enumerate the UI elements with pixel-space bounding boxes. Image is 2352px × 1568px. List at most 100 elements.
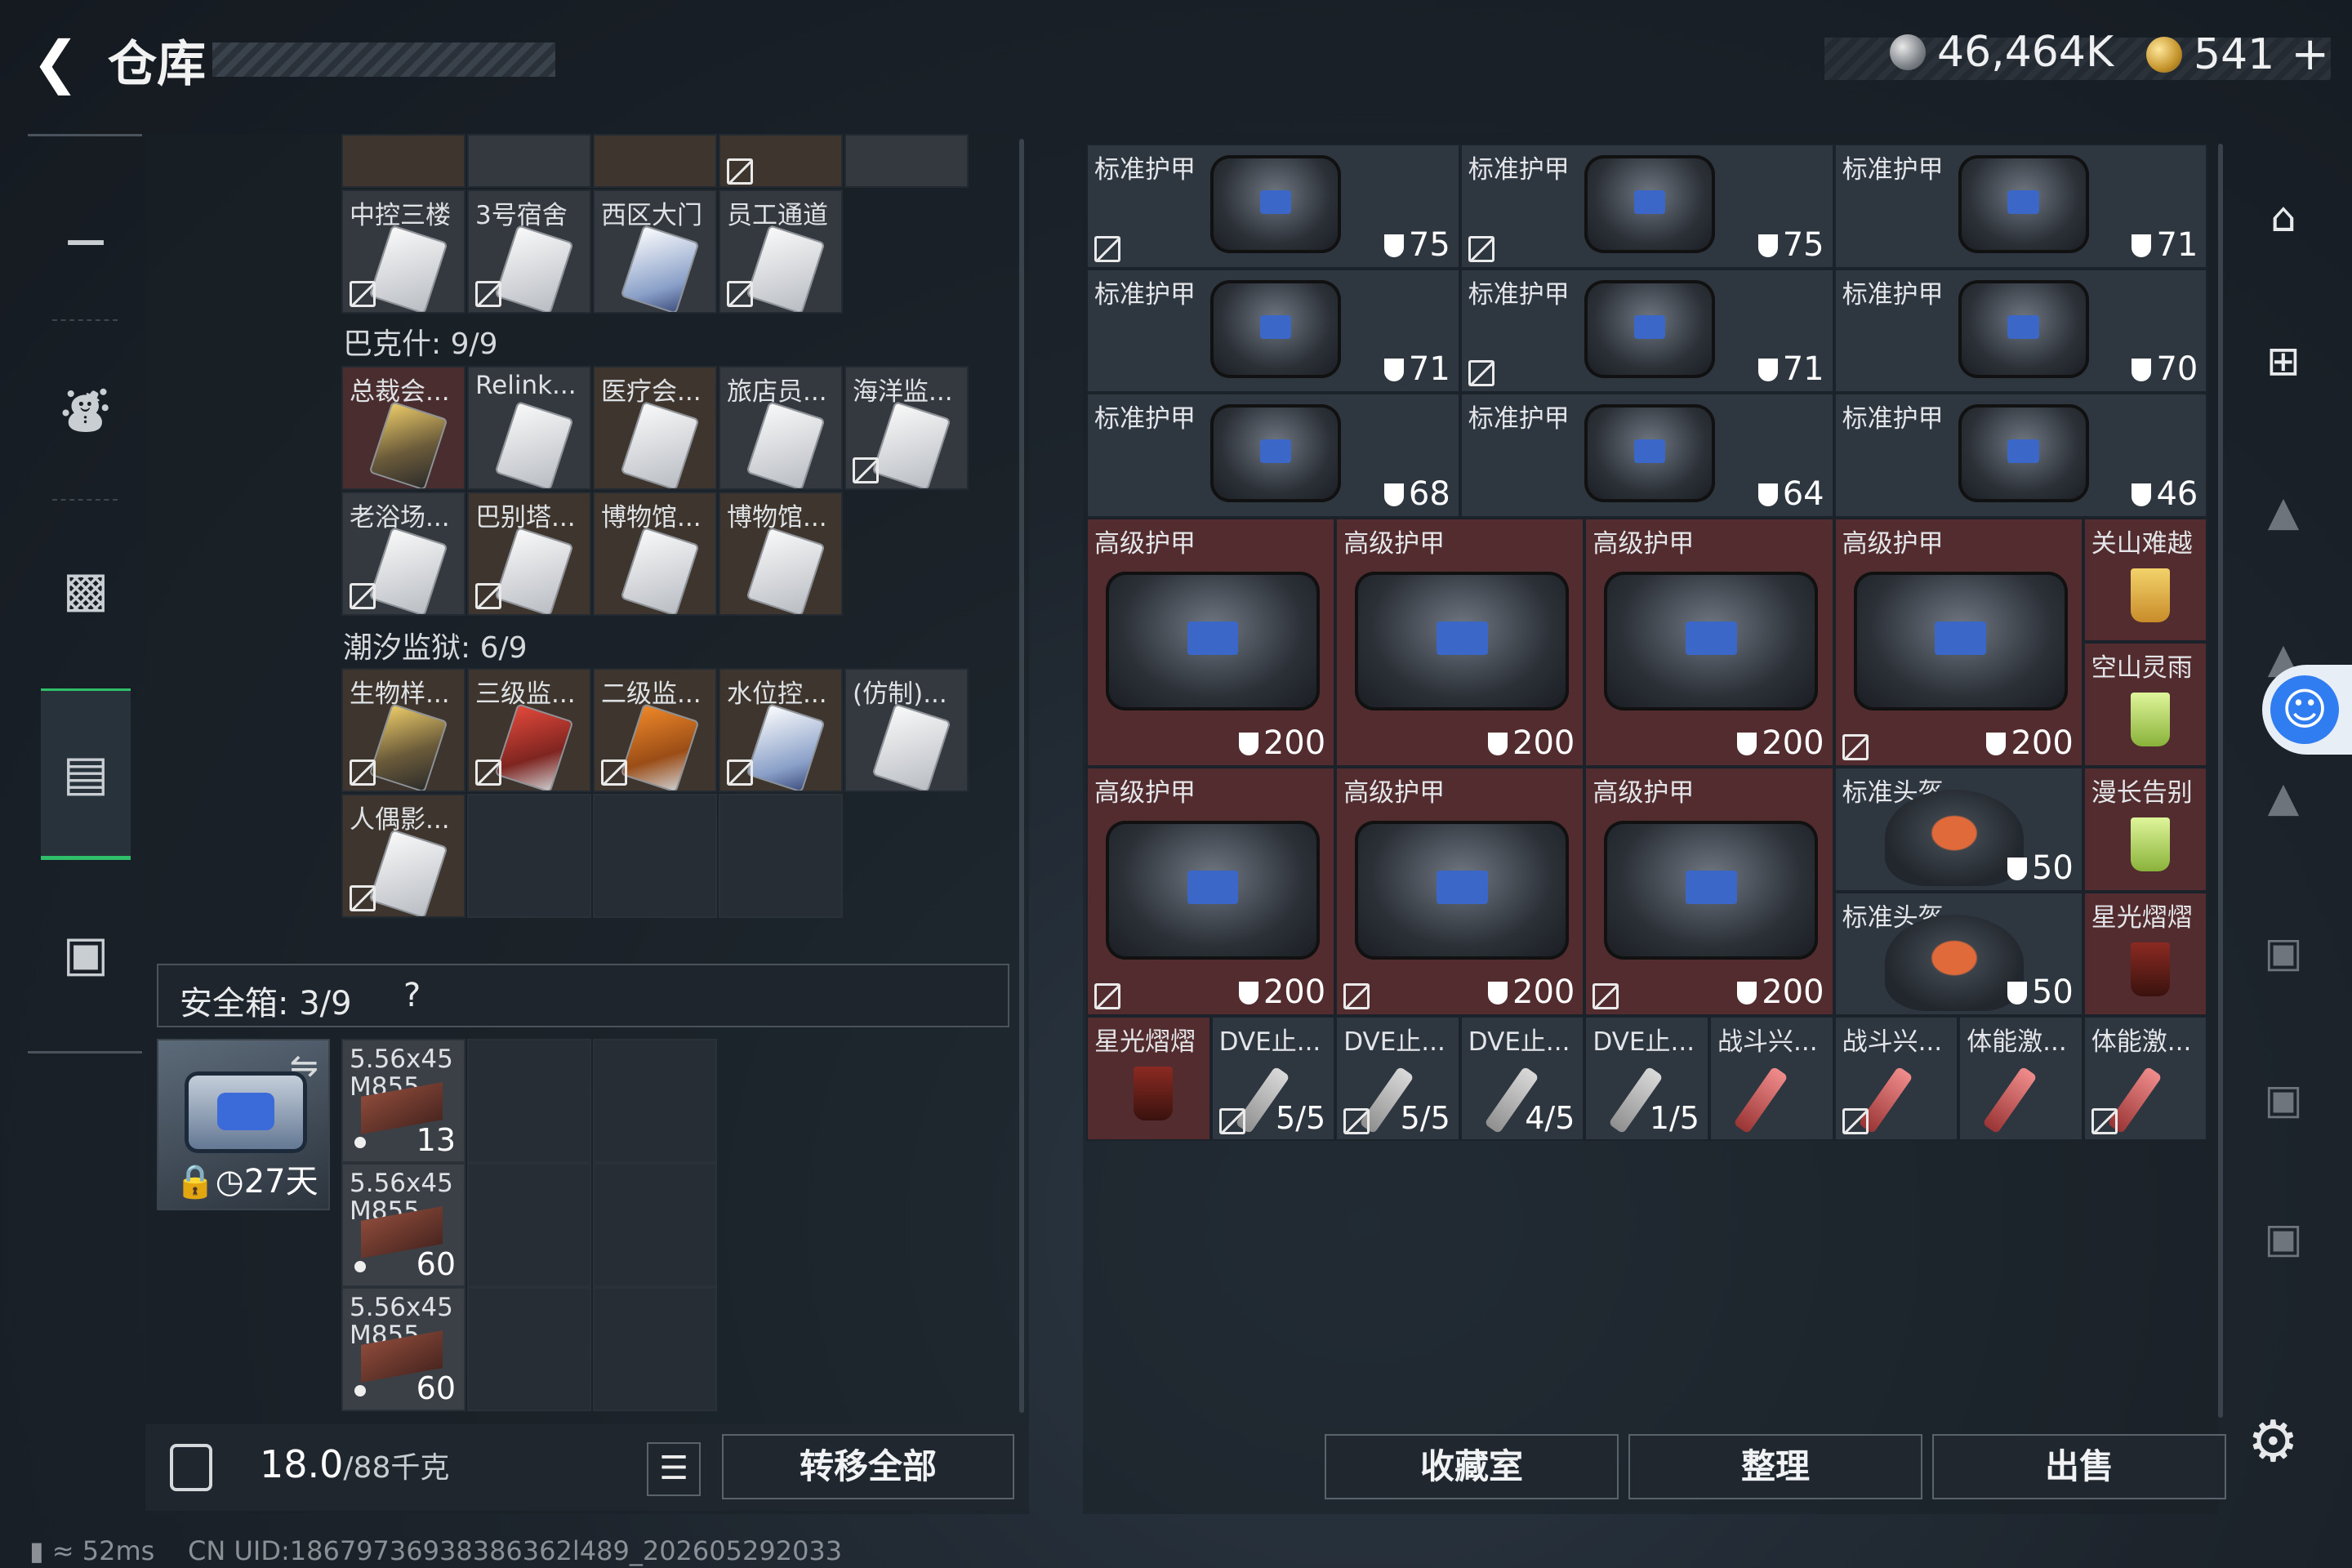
- consumable-item[interactable]: 星光熠熠: [1086, 1016, 1211, 1141]
- transfer-all-button[interactable]: 转移全部: [722, 1434, 1014, 1499]
- warehouse-tab-icon[interactable]: ▣: [2246, 1062, 2321, 1137]
- keycard-item[interactable]: 二级监...: [593, 668, 717, 792]
- backpack-tab-icon[interactable]: ▩: [41, 545, 131, 635]
- list-view-icon[interactable]: ☰: [647, 1442, 701, 1496]
- keycard-partial[interactable]: [593, 134, 717, 188]
- durability-value: 200: [1986, 724, 2074, 762]
- sort-button[interactable]: 整理: [1628, 1434, 1922, 1499]
- keycard-item[interactable]: 博物馆...: [593, 492, 717, 616]
- ammo-item[interactable]: 5.56x45 M855 60: [341, 1163, 466, 1287]
- add-warehouse-icon[interactable]: ⊞: [2246, 323, 2321, 399]
- keycard-partial[interactable]: [341, 134, 466, 188]
- lock-icon: [350, 583, 376, 609]
- container-tab-icon[interactable]: ▤: [41, 688, 131, 860]
- keycard-item[interactable]: 总裁会...: [341, 366, 466, 490]
- keycard-item[interactable]: (仿制)...: [844, 668, 969, 792]
- consumable-item[interactable]: 战斗兴...: [1833, 1016, 1959, 1141]
- standard-armor-item[interactable]: 标准护甲 75: [1086, 144, 1460, 269]
- keycard-item[interactable]: 三级监...: [467, 668, 591, 792]
- keycard-item[interactable]: 员工通道: [719, 189, 843, 314]
- left-scrollbar[interactable]: [1019, 139, 1024, 1413]
- keycard-item[interactable]: 老浴场...: [341, 492, 466, 616]
- helmet-item[interactable]: 标准头盔 50: [1833, 891, 2083, 1017]
- drink-item[interactable]: 空山灵雨: [2082, 642, 2208, 767]
- warehouse-home-icon[interactable]: ⌂: [2246, 180, 2321, 255]
- add-currency-button[interactable]: +: [2291, 28, 2329, 81]
- standard-armor-item[interactable]: 标准护甲 64: [1459, 393, 1834, 518]
- keycard-item[interactable]: 海洋监...: [844, 366, 969, 490]
- consumable-item[interactable]: DVE止... 5/5: [1335, 1016, 1460, 1141]
- standard-armor-item[interactable]: 标准护甲 68: [1086, 393, 1460, 518]
- advanced-armor-item[interactable]: 高级护甲 200: [1584, 767, 1834, 1017]
- gold-currency[interactable]: 541 +: [2146, 28, 2329, 81]
- standard-armor-item[interactable]: 标准护甲 71: [1459, 268, 1834, 394]
- empty-slot[interactable]: [593, 794, 717, 918]
- keycard-item[interactable]: 巴别塔...: [467, 492, 591, 616]
- ammo-item[interactable]: 5.56x45 M855 13: [341, 1039, 466, 1163]
- consumable-item[interactable]: 战斗兴...: [1709, 1016, 1834, 1141]
- empty-slot[interactable]: [467, 1039, 591, 1163]
- settings-gear-icon[interactable]: ⚙: [2247, 1408, 2299, 1475]
- keycard-item[interactable]: 中控三楼: [341, 189, 466, 314]
- standard-armor-item[interactable]: 标准护甲 75: [1459, 144, 1834, 269]
- warehouse-tab-icon[interactable]: ▲: [2246, 474, 2321, 549]
- keycard-item[interactable]: 生物样...: [341, 668, 466, 792]
- collection-room-button[interactable]: 收藏室: [1325, 1434, 1619, 1499]
- swap-icon[interactable]: ⇋: [290, 1045, 318, 1085]
- warehouse-tab-icon[interactable]: ▣: [2246, 1200, 2321, 1276]
- consumable-item[interactable]: DVE止... 4/5: [1459, 1016, 1585, 1141]
- help-icon[interactable]: ?: [403, 977, 421, 1014]
- consumable-item[interactable]: 体能激...: [2082, 1016, 2208, 1141]
- empty-slot[interactable]: [719, 794, 843, 918]
- advanced-armor-item[interactable]: 高级护甲 200: [1833, 517, 2083, 767]
- keycard-partial[interactable]: [719, 134, 843, 188]
- warehouse-tab-icon[interactable]: ▲: [2246, 760, 2321, 835]
- empty-slot[interactable]: [593, 1039, 717, 1163]
- keycard-item[interactable]: 人偶影...: [341, 794, 466, 918]
- standard-armor-item[interactable]: 标准护甲 71: [1833, 144, 2208, 269]
- keycard-item[interactable]: 博物馆...: [719, 492, 843, 616]
- durability-text: 68: [1408, 474, 1450, 513]
- drink-item[interactable]: 星光熠熠: [2082, 891, 2208, 1017]
- helmet-item[interactable]: 标准头盔 50: [1833, 767, 2083, 892]
- shield-icon: [1737, 732, 1757, 755]
- accessibility-button[interactable]: ☺: [2262, 665, 2352, 755]
- standard-armor-item[interactable]: 标准护甲 71: [1086, 268, 1460, 394]
- back-arrow-icon[interactable]: ❮: [23, 29, 88, 95]
- drink-item[interactable]: 关山难越: [2082, 517, 2208, 643]
- empty-slot[interactable]: [467, 1163, 591, 1287]
- standard-armor-item[interactable]: 标准护甲 46: [1833, 393, 2208, 518]
- keycard-item[interactable]: 水位控...: [719, 668, 843, 792]
- empty-slot[interactable]: [467, 1287, 591, 1411]
- advanced-armor-item[interactable]: 高级护甲 200: [1086, 517, 1336, 767]
- ammo-dot-icon: [354, 1261, 366, 1272]
- keycard-item[interactable]: 3号宿舍: [467, 189, 591, 314]
- standard-armor-item[interactable]: 标准护甲 70: [1833, 268, 2208, 394]
- empty-slot[interactable]: [593, 1287, 717, 1411]
- keycard-item[interactable]: 旅店员...: [719, 366, 843, 490]
- keycard-partial[interactable]: [844, 134, 969, 188]
- safe-box-item[interactable]: ⇋ 🔒◷27天: [157, 1039, 330, 1210]
- weapon-tab-icon[interactable]: ⚊: [41, 184, 131, 274]
- ammo-item[interactable]: 5.56x45 M855 60: [341, 1287, 466, 1411]
- warehouse-tab-icon[interactable]: ▣: [2246, 915, 2321, 990]
- advanced-armor-item[interactable]: 高级护甲 200: [1086, 767, 1336, 1017]
- briefcase-tab-icon[interactable]: ▣: [41, 909, 131, 999]
- drink-item[interactable]: 漫长告别: [2082, 767, 2208, 892]
- armor-tab-icon[interactable]: ⛇: [41, 365, 131, 455]
- advanced-armor-item[interactable]: 高级护甲 200: [1584, 517, 1834, 767]
- keycard-item[interactable]: Relink...: [467, 366, 591, 490]
- empty-slot[interactable]: [467, 794, 591, 918]
- consumable-item[interactable]: DVE止... 5/5: [1210, 1016, 1336, 1141]
- advanced-armor-item[interactable]: 高级护甲 200: [1335, 517, 1585, 767]
- keycard-item[interactable]: 西区大门: [593, 189, 717, 314]
- consumable-item[interactable]: 体能激...: [1958, 1016, 2083, 1141]
- sell-button[interactable]: 出售: [1932, 1434, 2226, 1499]
- keycard-item[interactable]: 医疗会...: [593, 366, 717, 490]
- keycard-partial[interactable]: [467, 134, 591, 188]
- durability-value: 200: [1238, 973, 1325, 1011]
- advanced-armor-item[interactable]: 高级护甲 200: [1335, 767, 1585, 1017]
- consumable-item[interactable]: DVE止... 1/5: [1584, 1016, 1709, 1141]
- right-scrollbar[interactable]: [2218, 144, 2223, 1418]
- empty-slot[interactable]: [593, 1163, 717, 1287]
